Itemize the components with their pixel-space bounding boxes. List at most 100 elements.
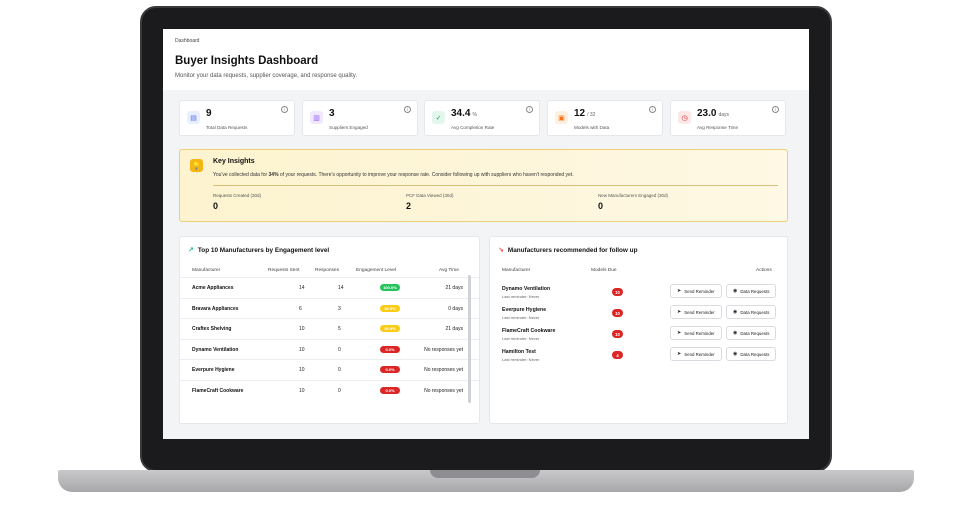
- insights-divider: [213, 185, 778, 186]
- document-icon: ▤: [187, 111, 200, 124]
- stat-value: 23.0 days: [697, 108, 730, 119]
- page-title: Buyer Insights Dashboard: [175, 55, 319, 67]
- stat-value: 3: [329, 108, 335, 119]
- insights-text: You've collected data for 34% of your re…: [213, 172, 574, 178]
- eye-icon: ◉: [733, 288, 738, 294]
- avg-time: 21 days: [445, 285, 463, 291]
- table-row[interactable]: Craftex Shelving 10 5 50.0% 21 days: [180, 318, 479, 338]
- dashboard-content: ▤ 9 Total Data Requests i ▥ 3 Suppliers Engage…: [163, 90, 809, 439]
- stat-value: 12/ 32: [574, 108, 596, 119]
- col-fu-manufacturer: Manufacturer: [502, 268, 531, 273]
- requests-sent: 10: [299, 387, 305, 394]
- data-requests-button[interactable]: ◉ Data Requests: [726, 326, 777, 340]
- check-circle-icon: ✓: [432, 111, 445, 124]
- send-reminder-button[interactable]: ➤ Send Reminder: [670, 305, 722, 319]
- stat-value: 34.4%: [451, 108, 477, 119]
- stat-value: 9: [206, 108, 212, 119]
- send-icon: ➤: [677, 309, 682, 315]
- engagement-badge: 100.0%: [380, 284, 400, 291]
- send-icon: ➤: [677, 330, 682, 336]
- data-requests-button[interactable]: ◉ Data Requests: [726, 347, 777, 361]
- followup-title: ↘ Manufacturers recommended for follow u…: [498, 246, 638, 255]
- eye-icon: ◉: [733, 351, 738, 357]
- top-manufacturers-title: ↗ Top 10 Manufacturers by Engagement lev…: [188, 246, 330, 255]
- models-due-badge: 10: [612, 288, 623, 296]
- manufacturer-name[interactable]: FlameCraft Cookware: [192, 388, 243, 394]
- laptop-notch: [430, 470, 540, 478]
- key-insights-card: 💡 Key Insights You've collected data for…: [179, 149, 788, 222]
- models-due-badge: 10: [612, 309, 623, 317]
- responses: 0: [338, 346, 341, 353]
- manufacturer-name[interactable]: Everpure Hygiene: [502, 307, 546, 313]
- metric-pcf-viewed: PCF Data Viewed (30d) 2: [406, 193, 454, 211]
- engagement-badge: 0.0%: [380, 345, 400, 353]
- manufacturer-name[interactable]: Bravara Appliances: [192, 306, 239, 312]
- table-row[interactable]: Acme Appliances 14 14 100.0% 21 days: [180, 277, 479, 297]
- list-item: Hamilton Test Last reminder: Never 4 ➤ Send …: [490, 346, 787, 367]
- manufacturer-name[interactable]: Dynamo Ventilation: [502, 286, 550, 292]
- info-icon[interactable]: i: [526, 106, 533, 113]
- manufacturer-name[interactable]: FlameCraft Cookware: [502, 328, 555, 334]
- col-actions: Actions: [756, 268, 772, 273]
- manufacturer-name[interactable]: Craftex Shelving: [192, 326, 231, 332]
- engagement-badge: 0.0%: [380, 366, 400, 373]
- page-header: Dashboard Buyer Insights Dashboard Monit…: [163, 29, 809, 89]
- avg-time: No responses yet: [424, 367, 463, 373]
- followup-panel: ↘ Manufacturers recommended for follow u…: [489, 236, 788, 424]
- responses: 5: [338, 326, 341, 332]
- manufacturer-name[interactable]: Hamilton Test: [502, 349, 536, 355]
- list-item: Dynamo Ventilation Last reminder: Never 10…: [490, 283, 787, 304]
- info-icon[interactable]: i: [404, 106, 411, 113]
- list-item: Everpure Hygiene Last reminder: Never 10 ➤ S…: [490, 304, 787, 325]
- stat-card: ◷ 23.0 days Avg Response Time i: [670, 100, 786, 136]
- info-icon[interactable]: i: [649, 106, 656, 113]
- lightbulb-icon: 💡: [190, 159, 203, 172]
- stat-card: ▥ 3 Suppliers Engaged i: [302, 100, 418, 136]
- clock-icon: ◷: [678, 111, 691, 124]
- info-icon[interactable]: i: [772, 106, 779, 113]
- manufacturer-name[interactable]: Dynamo Ventilation: [192, 347, 238, 353]
- send-reminder-button[interactable]: ➤ Send Reminder: [670, 284, 722, 298]
- requests-sent: 10: [299, 326, 305, 332]
- table-row[interactable]: Everpure Hygiene 10 0 0.0% No responses yet: [180, 359, 479, 379]
- col-engagement: Engagement Level: [356, 268, 397, 273]
- avg-time: No responses yet: [424, 387, 463, 394]
- last-reminder: Last reminder: Never: [502, 336, 540, 341]
- responses: 0: [338, 367, 341, 373]
- models-due-badge: 4: [612, 351, 623, 359]
- stat-card: ✓ 34.4% Avg Completion Rate i: [424, 100, 540, 136]
- manufacturer-name[interactable]: Acme Appliances: [192, 285, 234, 291]
- data-requests-button[interactable]: ◉ Data Requests: [726, 305, 777, 319]
- table-row[interactable]: FlameCraft Cookware 10 0 0.0% No responses y…: [180, 379, 479, 400]
- stat-label: Avg Response Time: [697, 125, 739, 130]
- trend-down-icon: ↘: [498, 247, 504, 254]
- requests-sent: 6: [299, 305, 302, 312]
- breadcrumb[interactable]: Dashboard: [175, 38, 199, 44]
- table-scrollbar[interactable]: [468, 275, 471, 403]
- info-icon[interactable]: i: [281, 106, 288, 113]
- eye-icon: ◉: [733, 330, 738, 336]
- col-responses: Responses: [315, 268, 339, 273]
- data-requests-button[interactable]: ◉ Data Requests: [726, 284, 777, 298]
- top-manufacturers-panel: ↗ Top 10 Manufacturers by Engagement lev…: [179, 236, 480, 424]
- col-avg-time: Avg Time: [439, 268, 459, 273]
- cube-icon: ▣: [555, 111, 568, 124]
- table-row[interactable]: Dynamo Ventilation 10 0 0.0% No responses ye…: [180, 338, 479, 359]
- send-icon: ➤: [677, 288, 682, 294]
- stat-label: Suppliers Engaged: [329, 125, 368, 130]
- trend-up-icon: ↗: [188, 247, 194, 254]
- engagement-badge: 0.0%: [380, 386, 400, 394]
- last-reminder: Last reminder: Never: [502, 315, 540, 320]
- metric-requests-created: Requests Created (30d) 0: [213, 193, 262, 211]
- requests-sent: 10: [299, 367, 305, 373]
- metric-new-manufacturers: New Manufacturers Engaged (30d) 0: [598, 193, 669, 211]
- col-models-due: Models Due: [591, 268, 617, 273]
- manufacturer-name[interactable]: Everpure Hygiene: [192, 367, 235, 373]
- list-item: FlameCraft Cookware Last reminder: Never 1…: [490, 325, 787, 346]
- send-reminder-button[interactable]: ➤ Send Reminder: [670, 347, 722, 361]
- stat-label: Total Data Requests: [206, 125, 248, 130]
- table-row[interactable]: Bravara Appliances 6 3 50.0% 0 days: [180, 297, 479, 318]
- send-reminder-button[interactable]: ➤ Send Reminder: [670, 326, 722, 340]
- responses: 3: [338, 305, 341, 312]
- stat-card: ▣ 12/ 32 Models with Data i: [547, 100, 663, 136]
